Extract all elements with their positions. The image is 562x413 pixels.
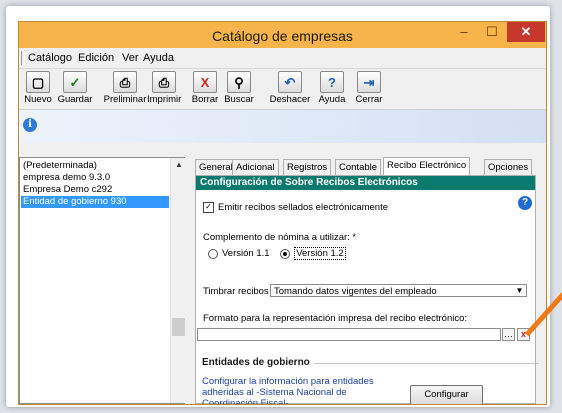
list-item[interactable]: (Predeterminada) [21, 160, 169, 172]
electronic-receipt-panel: Configuración de Sobre Recibos Electróni… [195, 175, 539, 405]
printer-icon: ⎙ [152, 71, 176, 93]
radio-version-1-2[interactable]: Versión 1.2 [280, 247, 346, 260]
configure-button[interactable]: Configurar [410, 385, 483, 404]
scroll-thumb[interactable] [172, 318, 185, 336]
delete-button-label: Borrar [191, 94, 219, 105]
tab-registros[interactable]: Registros [283, 159, 332, 175]
tab-recibo-electronico[interactable]: Recibo Electrónico [383, 157, 471, 175]
undo-icon: ↶ [278, 71, 302, 93]
delete-button[interactable]: X Borrar [189, 71, 221, 105]
company-list: (Predeterminada) empresa demo 9.3.0 Empr… [19, 157, 186, 404]
group-description: Configurar la información para entidades… [202, 376, 374, 405]
help-circle-icon[interactable]: ? [518, 196, 532, 210]
menu-bar: Catálogo Edición Ver Ayuda [19, 48, 546, 69]
radio-version-1-1[interactable]: Versión 1.1 [208, 248, 270, 259]
delete-x-icon: X [193, 71, 217, 93]
tab-contable[interactable]: Contable [335, 159, 382, 175]
tab-adicional[interactable]: Adicional [232, 159, 279, 175]
help-icon: ? [320, 71, 344, 93]
title-bar[interactable]: Catálogo de empresas – ☐ ✕ [19, 22, 546, 48]
undo-button-label: Deshacer [269, 94, 311, 105]
checkbox-box[interactable]: ✓ [203, 202, 214, 213]
timbrar-select[interactable]: Tomando datos vigentes del empleado ▼ [270, 284, 527, 297]
app-window: Catálogo de empresas – ☐ ✕ Catálogo Edic… [18, 21, 547, 405]
radio-version-1-1-label: Versión 1.1 [222, 248, 270, 259]
search-button-label: Buscar [224, 94, 254, 105]
print-button[interactable]: ⎙ Imprimir [147, 71, 181, 105]
help-button-label: Ayuda [318, 94, 346, 105]
toolbar: ▢ Nuevo ✓ Guardar ⎙ Preliminar ⎙ Imprimi… [19, 69, 546, 110]
close-app-button-label: Cerrar [355, 94, 383, 105]
menu-ayuda[interactable]: Ayuda [143, 52, 174, 64]
scroll-up-icon[interactable]: ▲ [175, 160, 183, 169]
undo-button[interactable]: ↶ Deshacer [266, 71, 314, 105]
new-button-label: Nuevo [24, 94, 52, 105]
company-list-items: (Predeterminada) empresa demo 9.3.0 Empr… [21, 160, 169, 208]
chevron-down-icon[interactable]: ▼ [513, 285, 526, 296]
print-button-label: Imprimir [147, 94, 182, 105]
menu-catalogo[interactable]: Catálogo [28, 52, 72, 64]
menu-ver[interactable]: Ver [122, 52, 139, 64]
tab-opciones[interactable]: Opciones [484, 159, 533, 175]
timbrar-label: Timbrar recibos : [203, 286, 274, 297]
version-radio-group: Versión 1.1 Versión 1.2 [208, 247, 346, 262]
government-entities-group: Entidades de gobierno Configurar la info… [202, 357, 539, 405]
menu-grip [21, 51, 25, 65]
list-item-selected[interactable]: Entidad de gobierno 930 [21, 196, 169, 208]
format-label: Formato para la representación impresa d… [203, 313, 468, 324]
list-scrollbar[interactable]: ▲ [170, 158, 186, 403]
info-icon[interactable]: i [23, 118, 37, 132]
timbrar-select-value: Tomando datos vigentes del empleado [274, 286, 437, 297]
group-title: Entidades de gobierno [202, 357, 314, 368]
radio-circle-selected[interactable] [280, 248, 291, 259]
radio-circle[interactable] [208, 248, 218, 259]
list-item[interactable]: empresa demo 9.3.0 [21, 172, 169, 184]
binoculars-icon: ⚲ [227, 71, 251, 93]
minimize-button[interactable]: – [451, 22, 477, 42]
close-button[interactable]: ✕ [507, 22, 545, 42]
preview-button[interactable]: ⎙ Preliminar [101, 71, 149, 105]
complement-label: Complemento de nómina a utilizar: * [203, 232, 357, 243]
tab-general[interactable]: General [195, 159, 237, 175]
preview-button-label: Preliminar [103, 94, 147, 105]
new-button[interactable]: ▢ Nuevo [21, 71, 55, 105]
info-bar: i [19, 110, 546, 143]
section-header: Configuración de Sobre Recibos Electróni… [196, 176, 535, 190]
format-input[interactable] [197, 328, 501, 341]
radio-version-1-2-label: Versión 1.2 [294, 247, 346, 260]
list-item[interactable]: Empresa Demo c292 [21, 184, 169, 196]
search-button[interactable]: ⚲ Buscar [222, 71, 256, 105]
print-preview-icon: ⎙ [113, 71, 137, 93]
exit-icon: ⇥ [357, 71, 381, 93]
emit-receipts-checkbox[interactable]: ✓ Emitir recibos sellados electrónicamen… [203, 202, 388, 213]
new-document-icon: ▢ [26, 71, 50, 93]
maximize-button[interactable]: ☐ [479, 22, 505, 42]
save-button[interactable]: ✓ Guardar [55, 71, 95, 105]
menu-edicion[interactable]: Edición [78, 52, 114, 64]
help-button[interactable]: ? Ayuda [315, 71, 349, 105]
close-app-button[interactable]: ⇥ Cerrar [353, 71, 385, 105]
emit-receipts-label: Emitir recibos sellados electrónicamente [218, 202, 389, 213]
browse-button[interactable]: … [502, 328, 515, 341]
checkmark-icon: ✓ [63, 71, 87, 93]
save-button-label: Guardar [57, 94, 93, 105]
